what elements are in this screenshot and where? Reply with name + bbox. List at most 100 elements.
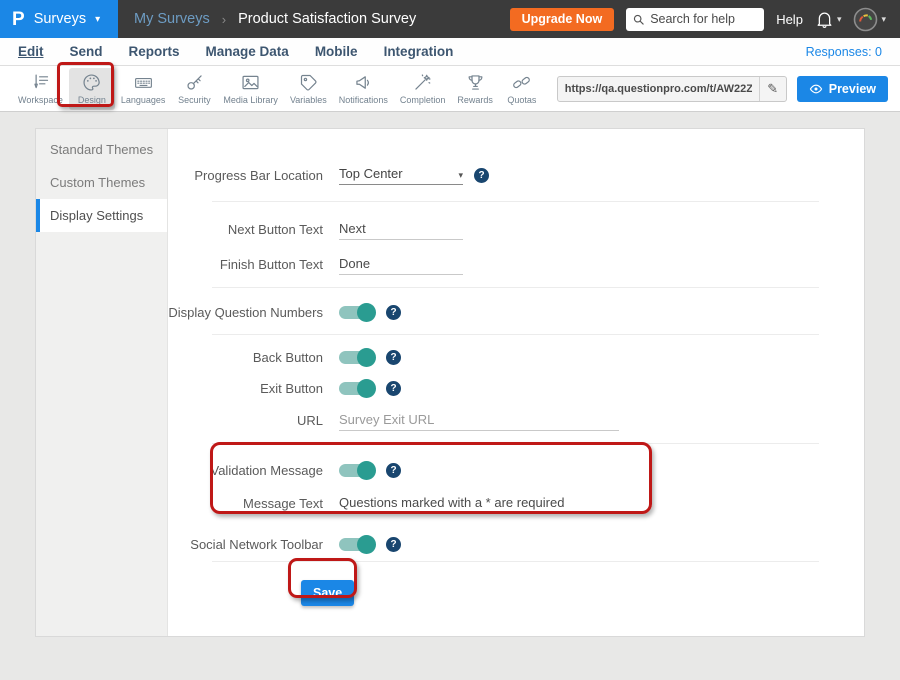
toolbar-right: ✎ Preview [557,76,888,102]
media-library-image-icon [240,72,261,93]
toolbar-design[interactable]: Design [69,68,115,110]
back-button-row: Back Button ? [168,343,819,371]
nav-tab-edit[interactable]: Edit [18,44,44,59]
divider [212,561,819,562]
design-palette-icon [81,72,102,93]
display-question-numbers-row: Display Question Numbers ? [168,298,819,326]
message-text-label: Message Text [168,496,323,511]
breadcrumb-my-surveys[interactable]: My Surveys [134,11,210,27]
validation-message-toggle[interactable] [339,464,375,477]
sidebar-item-standard-themes[interactable]: Standard Themes [36,133,167,166]
completion-wand-icon [412,72,433,93]
help-icon[interactable]: ? [386,305,401,320]
preview-button[interactable]: Preview [797,76,888,102]
edit-toolbar: Workspace Design Languages Security Medi… [0,66,900,112]
finish-button-text-row: Finish Button Text [168,249,819,279]
display-question-numbers-toggle[interactable] [339,306,375,319]
search-icon [632,13,645,26]
sidebar-item-custom-themes[interactable]: Custom Themes [36,166,167,199]
divider [212,201,819,202]
breadcrumb: My Surveys › Product Satisfaction Survey [134,11,416,27]
help-icon[interactable]: ? [386,350,401,365]
toolbar-quotas[interactable]: Quotas [499,68,545,110]
validation-message-label: Validation Message [168,463,323,478]
rewards-trophy-icon [465,72,486,93]
notifications-bell-menu[interactable]: ▾ [815,10,842,29]
next-button-text-input[interactable] [339,219,463,240]
finish-button-text-input[interactable] [339,254,463,275]
validation-section: Validation Message ? Message Text [168,448,819,526]
nav-tab-reports[interactable]: Reports [129,44,180,59]
divider [212,287,819,288]
toolbar-languages[interactable]: Languages [115,68,172,110]
eye-icon [809,82,823,96]
workspace-icon [30,72,51,93]
exit-url-row: URL [168,405,819,435]
responses-count[interactable]: Responses: 0 [806,45,882,59]
next-button-text-label: Next Button Text [168,222,323,237]
help-link[interactable]: Help [776,12,803,27]
social-network-toolbar-row: Social Network Toolbar ? [168,530,819,558]
nav-tab-integration[interactable]: Integration [384,44,454,59]
upgrade-now-button[interactable]: Upgrade Now [510,8,615,31]
main-content: Standard Themes Custom Themes Display Se… [0,112,900,680]
exit-url-label: URL [168,413,323,428]
social-network-toolbar-toggle[interactable] [339,538,375,551]
survey-url-input[interactable] [558,83,759,95]
exit-button-row: Exit Button ? [168,374,819,402]
breadcrumb-separator-icon: › [222,12,226,27]
validation-message-row: Validation Message ? [168,456,819,484]
divider [212,334,819,335]
help-icon[interactable]: ? [386,537,401,552]
progress-bar-location-label: Progress Bar Location [168,168,323,183]
progress-bar-location-select[interactable]: Top Center ▾ [339,166,463,185]
back-button-toggle[interactable] [339,351,375,364]
chevron-down-icon: ▾ [837,14,842,25]
app-menu-label: Surveys [34,11,86,27]
toolbar-rewards[interactable]: Rewards [451,68,499,110]
survey-nav: Edit Send Reports Manage Data Mobile Int… [0,38,900,66]
variables-tag-icon [298,72,319,93]
sidebar-item-display-settings[interactable]: Display Settings [36,199,167,232]
toolbar-completion[interactable]: Completion [394,68,452,110]
finish-button-text-label: Finish Button Text [168,257,323,272]
toolbar-security[interactable]: Security [171,68,217,110]
help-icon[interactable]: ? [386,381,401,396]
settings-sidebar: Standard Themes Custom Themes Display Se… [36,129,168,636]
divider [212,443,819,444]
nav-tab-send[interactable]: Send [70,44,103,59]
app-menu-surveys[interactable]: P Surveys ▾ [0,0,118,38]
user-account-menu[interactable]: ▾ [853,7,886,32]
message-text-input[interactable] [339,493,619,514]
toolbar-media-library[interactable]: Media Library [217,68,284,110]
toolbar-variables[interactable]: Variables [284,68,333,110]
chevron-down-icon: ▾ [458,170,463,181]
questionpro-logo: P [12,10,25,29]
back-button-label: Back Button [168,350,323,365]
social-network-toolbar-label: Social Network Toolbar [168,537,323,552]
quotas-links-icon [511,72,532,93]
message-text-row: Message Text [168,488,819,518]
help-icon[interactable]: ? [386,463,401,478]
toolbar-notifications[interactable]: Notifications [333,68,394,110]
help-search-input[interactable] [650,12,758,26]
bell-icon [815,10,834,29]
header-actions: Upgrade Now Help ▾ ▾ [510,7,900,32]
exit-button-toggle[interactable] [339,382,375,395]
save-row: Save [168,580,819,606]
edit-url-pencil-icon[interactable]: ✎ [759,77,786,101]
save-button[interactable]: Save [301,580,354,606]
chevron-down-icon: ▾ [95,14,100,25]
chevron-down-icon: ▾ [881,14,886,25]
exit-url-input[interactable] [339,410,619,431]
toolbar-workspace[interactable]: Workspace [12,68,69,110]
exit-button-label: Exit Button [168,381,323,396]
help-icon[interactable]: ? [474,168,489,183]
next-button-text-row: Next Button Text [168,214,819,244]
display-question-numbers-label: Display Question Numbers [168,305,323,320]
nav-tab-manage-data[interactable]: Manage Data [206,44,289,59]
survey-url-box: ✎ [557,76,787,102]
display-settings-form: Progress Bar Location Top Center ▾ ? Nex… [168,129,864,636]
nav-tab-mobile[interactable]: Mobile [315,44,358,59]
help-search [626,8,764,31]
